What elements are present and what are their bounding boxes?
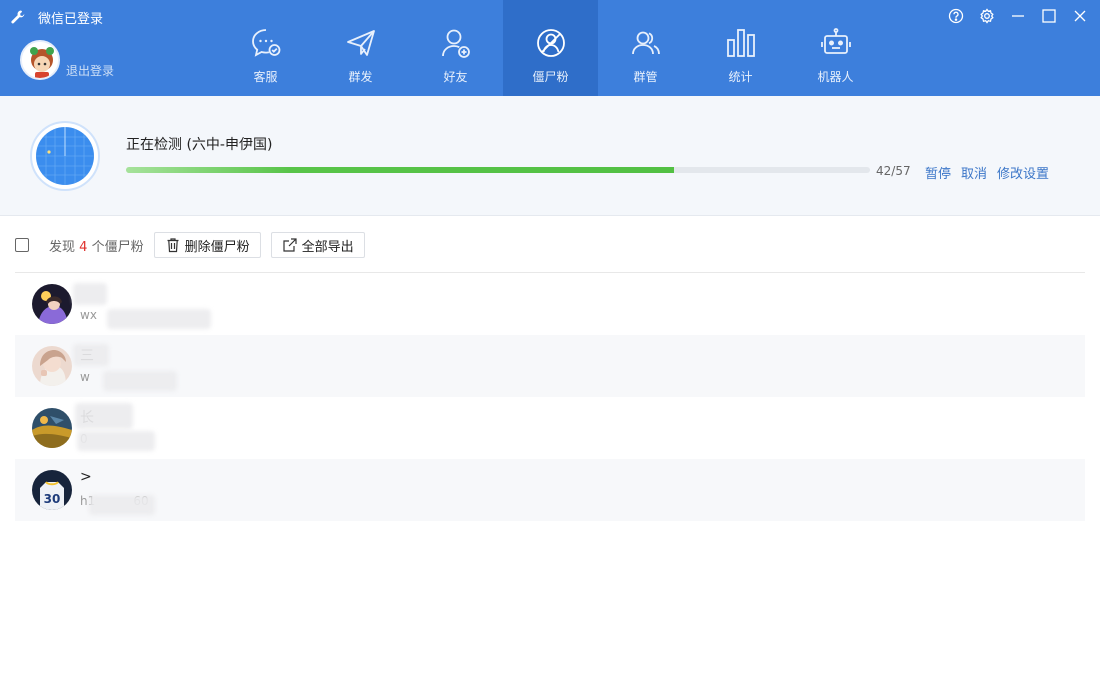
select-all-checkbox[interactable] <box>15 238 29 252</box>
export-label: 全部导出 <box>301 239 354 255</box>
tab-customer-service[interactable]: 客服 <box>218 0 313 96</box>
app-title: 微信已登录 <box>38 11 104 27</box>
found-prefix: 发现 <box>49 239 76 255</box>
close-icon <box>1074 10 1086 22</box>
list-item[interactable]: 30 > h1 60 <box>15 459 1085 521</box>
contact-wechat-id: wx <box>80 308 97 322</box>
scan-panel: 正在检测 (六中-申伊国) 42/57 暂停 取消 修改设置 <box>0 96 1100 216</box>
tab-label: 统计 <box>728 70 753 84</box>
tab-label: 客服 <box>253 70 278 84</box>
contact-avatar <box>32 346 72 386</box>
progress-fill <box>126 167 675 173</box>
zombie-fans-icon <box>536 29 565 57</box>
trash-icon <box>167 238 179 253</box>
contact-avatar: 30 <box>32 470 72 510</box>
radar-icon <box>30 121 100 191</box>
tab-statistics[interactable]: 统计 <box>693 0 788 96</box>
scan-progress-bar <box>126 167 870 173</box>
robot-icon <box>820 28 851 54</box>
export-all-button[interactable]: 全部导出 <box>270 232 365 258</box>
result-toolbar: 发现 4 个僵尸粉 删除僵尸粉 全部导出 <box>15 232 375 258</box>
title-row: 微信已登录 <box>10 7 103 27</box>
window-controls <box>935 6 1090 26</box>
help-icon <box>948 8 964 24</box>
maximize-button[interactable] <box>1039 6 1059 26</box>
svg-text:30: 30 <box>44 492 61 506</box>
list-item[interactable]: wx <box>15 273 1085 335</box>
found-suffix: 个僵尸粉 <box>91 239 144 255</box>
avatar[interactable] <box>20 40 60 80</box>
scan-actions: 暂停 取消 修改设置 <box>925 163 1059 182</box>
tab-label: 群发 <box>348 70 373 84</box>
bar-stats-icon <box>726 29 755 57</box>
paper-plane-icon <box>346 30 375 56</box>
contact-avatar <box>32 408 72 448</box>
progress-count: 42/57 <box>876 164 911 178</box>
settings-button[interactable] <box>977 6 997 26</box>
minimize-icon <box>1012 15 1024 17</box>
contact-avatar <box>32 284 72 324</box>
tab-friends[interactable]: 好友 <box>408 0 503 96</box>
main-nav: 客服 群发 好友 僵尸粉 群管 统计 机器人 <box>218 0 883 96</box>
maximize-icon <box>1042 9 1056 23</box>
tab-label: 好友 <box>443 70 468 84</box>
group-users-icon <box>631 31 660 55</box>
logout-link[interactable]: 退出登录 <box>66 62 114 79</box>
delete-label: 删除僵尸粉 <box>184 239 250 255</box>
minimize-button[interactable] <box>1008 6 1028 26</box>
list-item[interactable]: 长 0 <box>15 397 1085 459</box>
tab-group-manage[interactable]: 群管 <box>598 0 693 96</box>
scan-status-title: 正在检测 (六中-申伊国) <box>126 137 273 153</box>
cancel-link[interactable]: 取消 <box>961 163 987 182</box>
top-bar: 微信已登录 退出登录 客服 群发 好友 僵尸粉 群管 统计 机器人 <box>0 0 1100 96</box>
zombie-list: wx 三 w 长 0 <box>15 273 1085 521</box>
list-item[interactable]: 三 w <box>15 335 1085 397</box>
contact-wechat-id: w <box>80 370 90 384</box>
tab-mass-send[interactable]: 群发 <box>313 0 408 96</box>
wrench-icon <box>11 10 25 24</box>
help-button[interactable] <box>946 6 966 26</box>
export-icon <box>283 238 297 252</box>
modify-settings-link[interactable]: 修改设置 <box>997 163 1049 182</box>
settings-icon <box>980 8 994 24</box>
found-summary: 发现 4 个僵尸粉 <box>49 236 144 255</box>
contact-name: > <box>80 469 92 485</box>
user-add-icon <box>441 29 470 58</box>
tab-zombie-fans[interactable]: 僵尸粉 <box>503 0 598 96</box>
tab-label: 群管 <box>633 70 658 84</box>
pause-link[interactable]: 暂停 <box>925 163 951 182</box>
found-count: 4 <box>79 239 88 255</box>
close-button[interactable] <box>1070 6 1090 26</box>
chat-check-icon <box>251 29 280 57</box>
tab-label: 机器人 <box>817 70 854 84</box>
tab-robot[interactable]: 机器人 <box>788 0 883 96</box>
tab-label: 僵尸粉 <box>532 70 569 84</box>
delete-zombies-button[interactable]: 删除僵尸粉 <box>153 232 261 258</box>
